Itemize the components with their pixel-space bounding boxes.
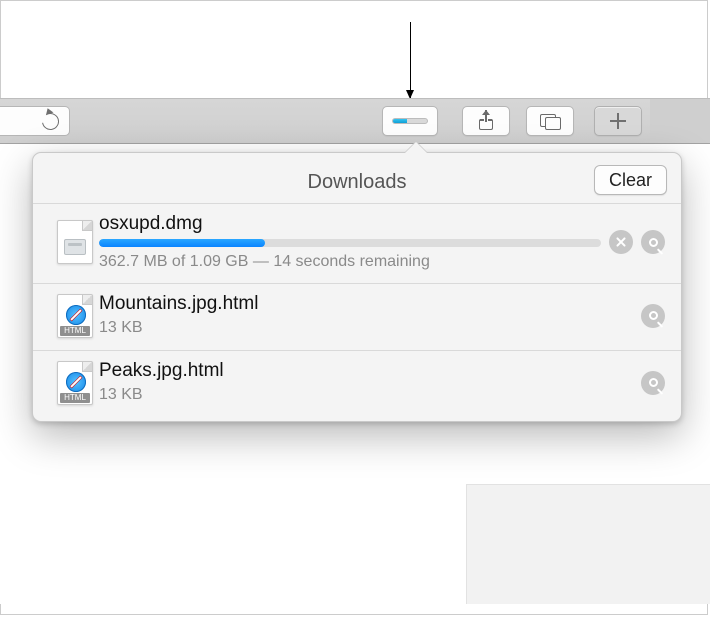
reveal-in-finder-button[interactable] [641,230,665,254]
address-bar-fragment[interactable] [0,106,70,136]
download-filename: Mountains.jpg.html [99,294,633,315]
reveal-in-finder-button[interactable] [641,371,665,395]
clear-button[interactable]: Clear [594,165,667,195]
page-background [0,484,466,604]
new-tab-button[interactable] [594,106,642,136]
download-item: HTML Mountains.jpg.html 13 KB [33,283,681,350]
file-icon-html: HTML [57,361,93,405]
download-item: HTML Peaks.jpg.html 13 KB [33,350,681,417]
file-icon-html: HTML [57,294,93,338]
browser-toolbar [0,98,710,144]
file-type-tag: HTML [60,326,90,336]
tabs-icon [540,114,560,129]
download-item: osxupd.dmg 362.7 MB of 1.09 GB — 14 seco… [33,203,681,283]
download-status: 13 KB [99,386,633,404]
download-progress-bar [99,239,601,247]
downloads-progress-icon [392,118,428,124]
download-filename: osxupd.dmg [99,214,601,235]
share-button[interactable] [462,106,510,136]
file-icon-dmg [57,220,93,264]
page-background [466,484,710,604]
downloads-button[interactable] [382,106,438,136]
file-type-tag: HTML [60,393,90,403]
stop-download-button[interactable] [609,230,633,254]
share-icon [479,112,493,130]
download-filename: Peaks.jpg.html [99,361,633,382]
show-tabs-button[interactable] [526,106,574,136]
downloads-popover: Downloads Clear osxupd.dmg 362.7 MB of 1… [32,152,682,422]
reveal-in-finder-button[interactable] [641,304,665,328]
popover-header: Downloads Clear [33,163,681,203]
popover-title: Downloads [33,171,681,194]
popover-arrow [405,142,427,153]
callout-line-downloads [410,22,411,98]
reload-icon[interactable] [39,109,63,133]
download-status: 362.7 MB of 1.09 GB — 14 seconds remaini… [99,253,601,271]
plus-icon [610,113,626,129]
download-status: 13 KB [99,319,633,337]
